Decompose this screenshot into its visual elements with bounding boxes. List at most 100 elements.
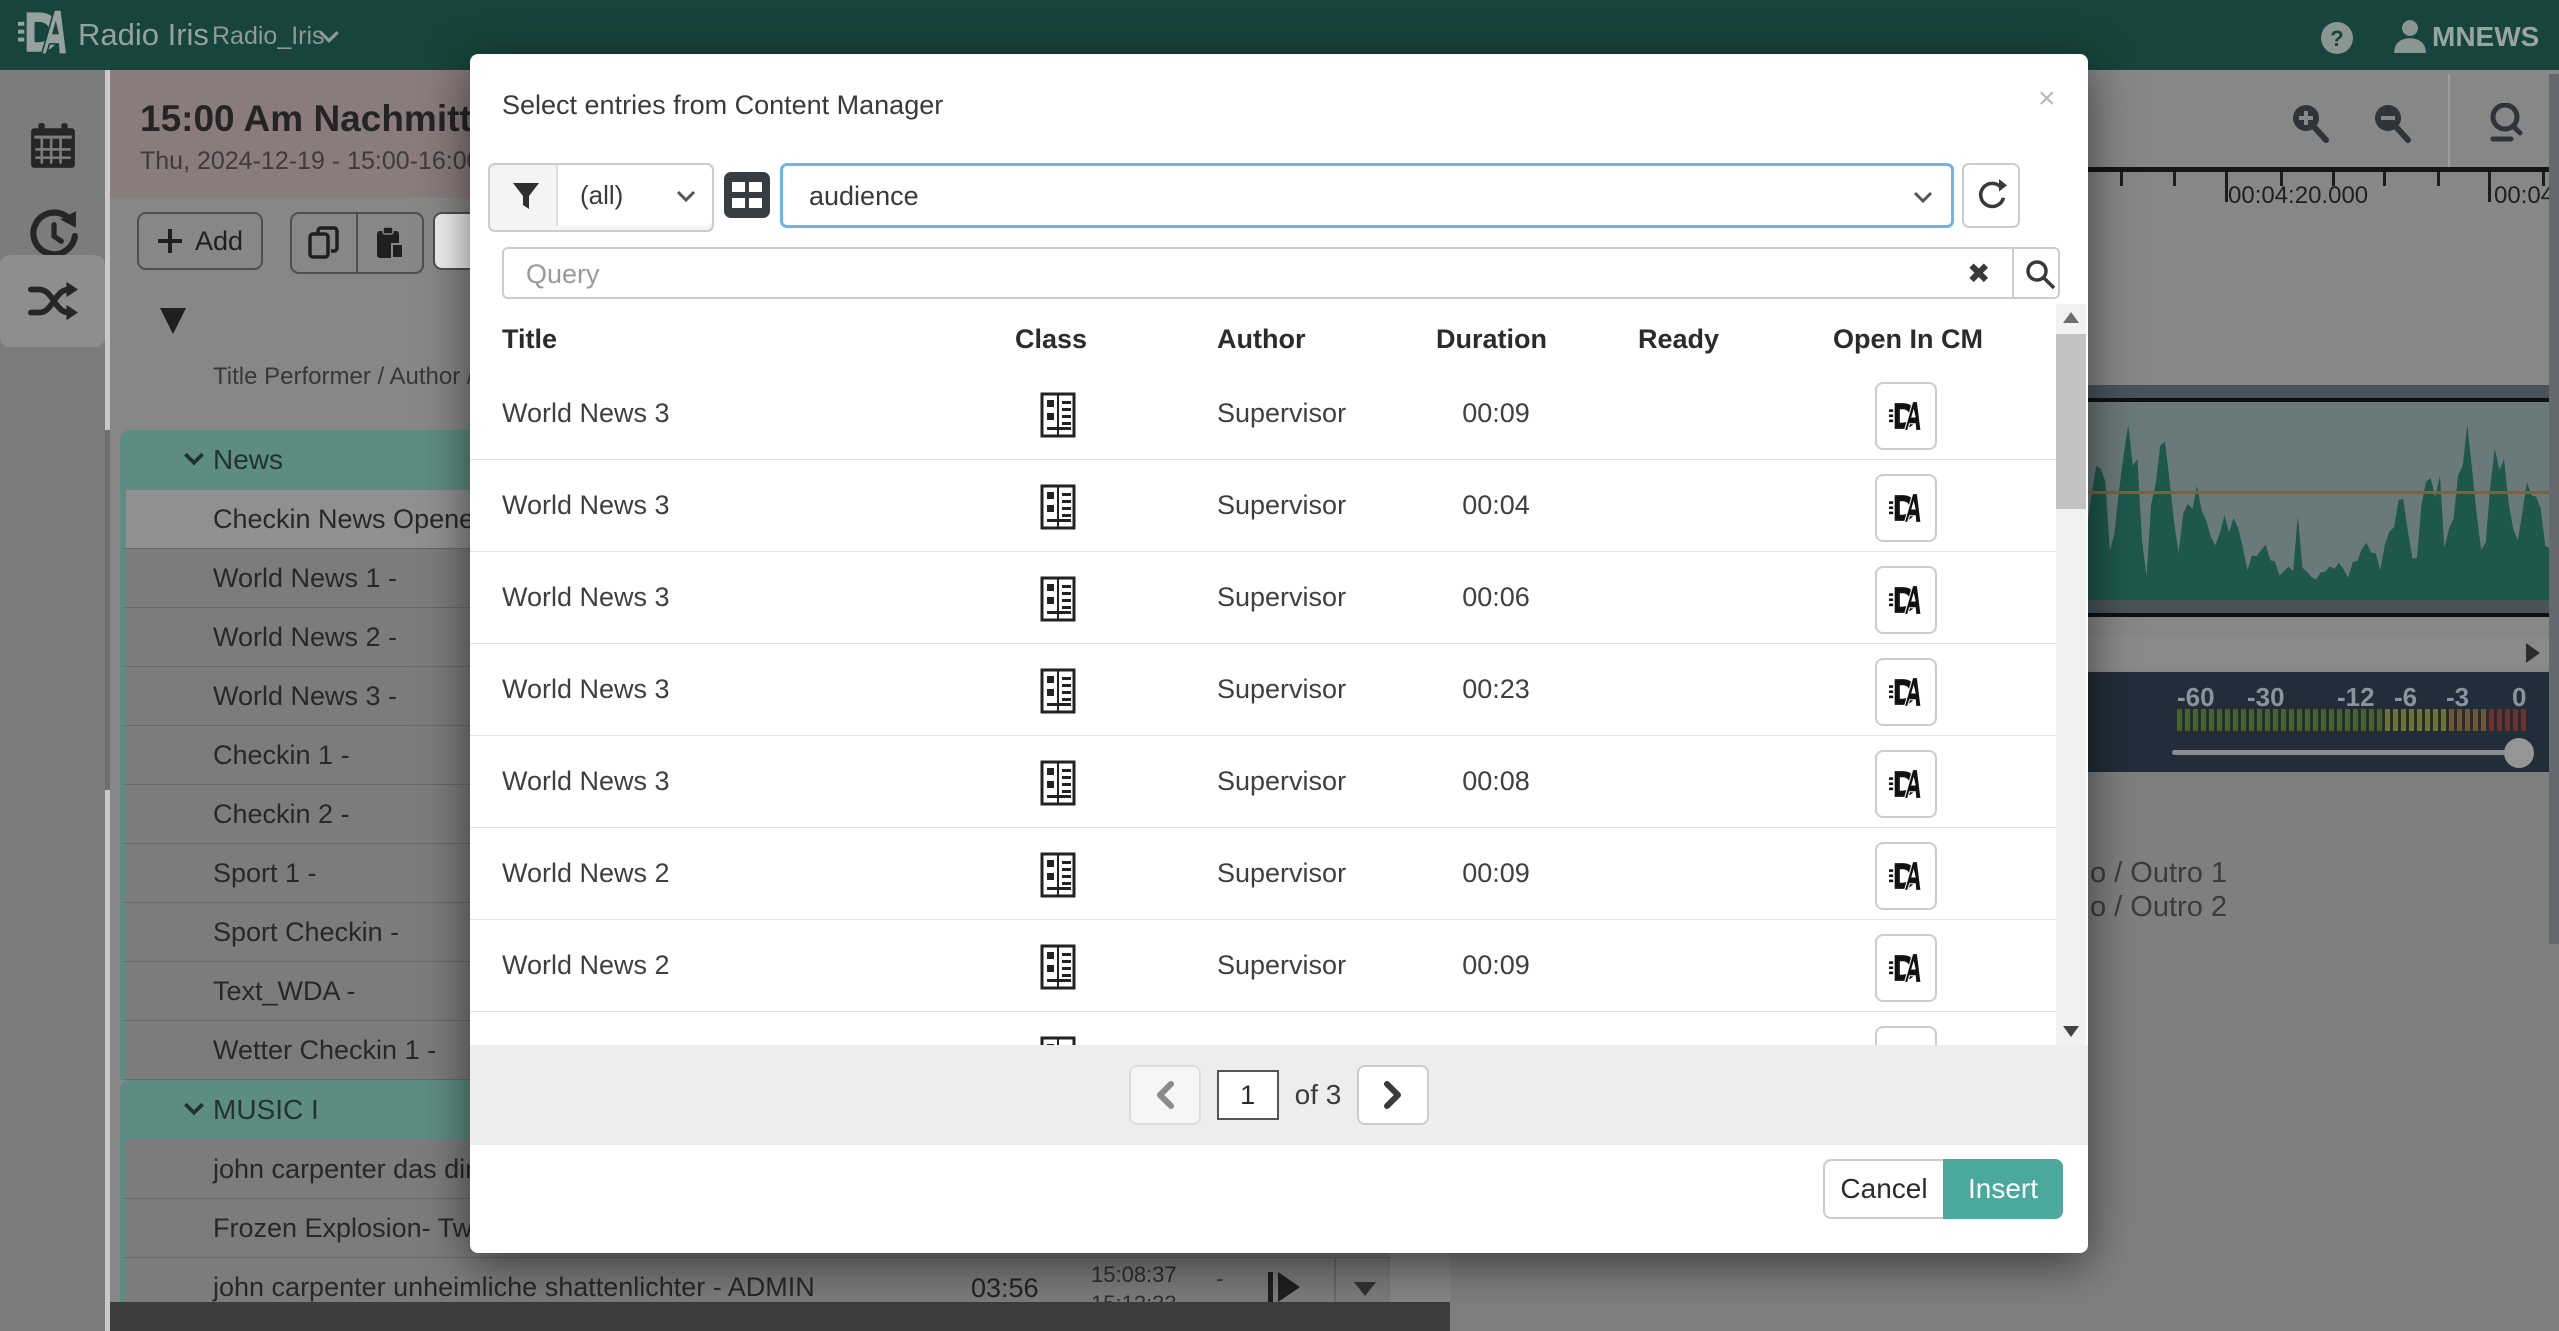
result-author: Supervisor bbox=[1217, 674, 1346, 705]
open-in-cm-button[interactable] bbox=[1875, 658, 1937, 726]
result-row[interactable] bbox=[470, 1012, 2058, 1045]
prev-page-button[interactable] bbox=[1129, 1065, 1201, 1125]
workspace-selector[interactable]: Radio_Iris bbox=[212, 22, 325, 51]
open-in-cm-button[interactable] bbox=[1875, 566, 1937, 634]
chevron-down-icon bbox=[676, 190, 696, 203]
result-duration: 00:04 bbox=[1436, 490, 1556, 521]
column-author[interactable]: Author bbox=[1217, 324, 1305, 355]
item-title: Frozen Explosion- Two bbox=[213, 1213, 487, 1244]
clear-query-icon[interactable]: ✖ bbox=[1967, 257, 1990, 290]
zoom-fit-button[interactable] bbox=[2485, 103, 2525, 143]
result-row[interactable]: World News 3Supervisor00:04 bbox=[470, 460, 2058, 552]
result-duration: 00:06 bbox=[1436, 582, 1556, 613]
led-segment bbox=[2265, 709, 2270, 731]
playlist-scrollbar-thumb[interactable] bbox=[105, 430, 110, 790]
cancel-button[interactable]: Cancel bbox=[1823, 1159, 1943, 1219]
zoom-in-button[interactable] bbox=[2290, 103, 2330, 143]
result-row[interactable]: World News 2Supervisor00:09 bbox=[470, 828, 2058, 920]
table-select-button[interactable] bbox=[723, 171, 771, 219]
item-title: Sport 1 - bbox=[213, 858, 317, 889]
help-button[interactable]: ? bbox=[2320, 21, 2354, 55]
column-open-in-cm[interactable]: Open In CM bbox=[1833, 324, 1983, 355]
text-class-icon bbox=[1040, 760, 1076, 806]
close-icon[interactable]: × bbox=[2038, 82, 2056, 116]
volume-slider-track[interactable] bbox=[2172, 750, 2525, 755]
ruler-label: 00:04 bbox=[2494, 182, 2554, 210]
row-dropdown-icon[interactable] bbox=[1354, 1282, 1376, 1296]
scroll-right-icon[interactable] bbox=[2526, 643, 2540, 663]
text-class-icon bbox=[1040, 668, 1076, 714]
led-segment bbox=[2401, 709, 2406, 731]
item-duration: 03:56 bbox=[971, 1273, 1039, 1304]
add-button[interactable]: Add bbox=[137, 212, 263, 270]
item-title: Checkin News Opener - bbox=[213, 504, 500, 535]
copy-button[interactable] bbox=[292, 214, 356, 272]
pagination-bar: of 3 bbox=[470, 1045, 2088, 1145]
class-filter-select[interactable]: (all) bbox=[556, 165, 712, 226]
result-row[interactable]: World News 3Supervisor00:23 bbox=[470, 644, 2058, 736]
user-icon bbox=[2393, 19, 2427, 55]
playlist-filter-label: Title Performer / Author / E bbox=[213, 363, 496, 391]
volume-slider-knob[interactable] bbox=[2504, 738, 2534, 768]
open-in-cm-button[interactable] bbox=[1875, 474, 1937, 542]
open-in-cm-button[interactable] bbox=[1875, 750, 1937, 818]
open-in-cm-button[interactable] bbox=[1875, 934, 1937, 1002]
zoom-out-button[interactable] bbox=[2372, 103, 2412, 143]
column-ready[interactable]: Ready bbox=[1638, 324, 1719, 355]
refresh-button[interactable] bbox=[1962, 163, 2020, 228]
paste-button[interactable] bbox=[356, 214, 422, 272]
sidebar-item-shuffle[interactable] bbox=[0, 255, 105, 347]
filter-funnel-icon[interactable] bbox=[160, 308, 186, 334]
play-icon[interactable] bbox=[1266, 1270, 1302, 1304]
result-row[interactable]: World News 3Supervisor00:08 bbox=[470, 736, 2058, 828]
item-title: Wetter Checkin 1 - bbox=[213, 1035, 436, 1066]
copy-icon bbox=[308, 226, 340, 260]
result-row[interactable]: World News 3Supervisor00:06 bbox=[470, 552, 2058, 644]
funnel-icon bbox=[512, 182, 540, 212]
sidebar-item-calendar[interactable] bbox=[0, 100, 105, 192]
open-in-cm-button[interactable] bbox=[1875, 842, 1937, 910]
plus-icon bbox=[157, 228, 183, 254]
right-scrollbar[interactable] bbox=[2549, 74, 2559, 944]
scrollbar-thumb[interactable] bbox=[2056, 334, 2086, 509]
add-label: Add bbox=[195, 226, 243, 257]
result-row[interactable]: World News 2Supervisor00:09 bbox=[470, 920, 2058, 1012]
outro-label-2: o / Outro 2 bbox=[2090, 891, 2227, 924]
search-input[interactable] bbox=[807, 174, 1891, 218]
led-segment bbox=[2409, 709, 2414, 731]
led-segment bbox=[2233, 709, 2238, 731]
page-number-input[interactable] bbox=[1217, 1070, 1279, 1120]
user-menu[interactable]: MNEWS bbox=[2432, 21, 2539, 53]
led-segment bbox=[2441, 709, 2446, 731]
result-duration: 00:23 bbox=[1436, 674, 1556, 705]
zoom-in-icon bbox=[2290, 103, 2330, 143]
open-in-cm-button[interactable] bbox=[1875, 1026, 1937, 1045]
led-segment bbox=[2521, 709, 2526, 731]
column-duration[interactable]: Duration bbox=[1436, 324, 1547, 355]
text-class-icon bbox=[1040, 1036, 1076, 1045]
search-icon[interactable] bbox=[2024, 258, 2056, 290]
open-in-cm-button[interactable] bbox=[1875, 382, 1937, 450]
results-scrollbar[interactable] bbox=[2056, 304, 2086, 1045]
text-class-icon bbox=[1040, 484, 1076, 530]
column-title[interactable]: Title bbox=[502, 324, 557, 355]
led-segment bbox=[2209, 709, 2214, 731]
column-class[interactable]: Class bbox=[1015, 324, 1087, 355]
next-page-button[interactable] bbox=[1357, 1065, 1429, 1125]
scroll-up-icon[interactable] bbox=[2063, 312, 2079, 323]
item-title: World News 3 - bbox=[213, 681, 397, 712]
led-segment bbox=[2489, 709, 2494, 731]
query-input[interactable] bbox=[524, 255, 1908, 293]
result-row[interactable]: World News 3Supervisor00:09 bbox=[470, 368, 2058, 460]
scroll-down-icon[interactable] bbox=[2063, 1026, 2079, 1037]
open-in-cm-icon bbox=[1889, 673, 1923, 711]
ruler-tick bbox=[2280, 172, 2283, 186]
insert-button[interactable]: Insert bbox=[1943, 1159, 2063, 1219]
led-segment bbox=[2257, 709, 2262, 731]
result-author: Supervisor bbox=[1217, 950, 1346, 981]
item-title: john carpenter das ding bbox=[213, 1154, 495, 1185]
led-segment bbox=[2513, 709, 2518, 731]
led-segment bbox=[2457, 709, 2462, 731]
result-author: Supervisor bbox=[1217, 582, 1346, 613]
search-combobox bbox=[780, 163, 1954, 228]
